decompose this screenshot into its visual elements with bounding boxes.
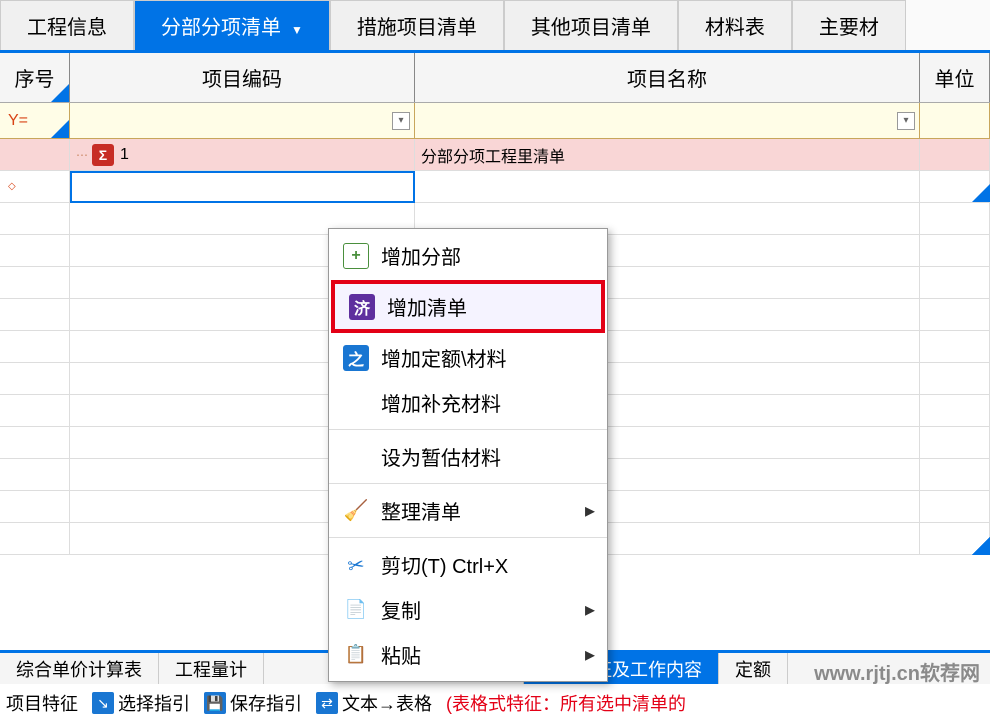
paste-icon: 📋 [343, 642, 369, 668]
tab-other-items[interactable]: 其他项目清单 [504, 0, 678, 50]
convert-icon: ⇄ [316, 692, 338, 714]
edit-cell[interactable] [70, 171, 415, 203]
copy-icon: 📄 [343, 597, 369, 623]
context-menu: + 增加分部 济 增加清单 之 增加定额\材料 增加补充材料 设为暂估材料 🧹 … [328, 228, 608, 682]
menu-add-list[interactable]: 济 增加清单 [331, 280, 605, 333]
btab-quota[interactable]: 定额 [719, 653, 788, 684]
row-name: 分部分项工程里清单 [415, 139, 920, 170]
filter-code[interactable]: ▾ [70, 103, 415, 138]
select-icon: ↘ [92, 692, 114, 714]
menu-organize[interactable]: 🧹 整理清单 ▸ [329, 488, 607, 533]
submenu-arrow-icon: ▸ [585, 597, 595, 622]
menu-paste[interactable]: 📋 粘贴 ▸ [329, 632, 607, 677]
sigma-icon: Σ [92, 144, 114, 166]
menu-add-quota[interactable]: 之 增加定额\材料 [329, 335, 607, 380]
blank-icon [343, 444, 369, 470]
col-header-unit[interactable]: 单位 [920, 53, 990, 102]
tab-main-material[interactable]: 主要材 [792, 0, 906, 50]
filter-row: Y= ▾ ▾ [0, 103, 990, 139]
menu-add-section[interactable]: + 增加分部 [329, 233, 607, 278]
col-header-name[interactable]: 项目名称 [415, 53, 920, 102]
table-row[interactable]: ◇ [0, 171, 990, 203]
filter-icon: Y= [0, 112, 28, 130]
scissors-icon: ✂ [341, 549, 371, 579]
tab-material[interactable]: 材料表 [678, 0, 792, 50]
tab-measure-items[interactable]: 措施项目清单 [330, 0, 504, 50]
menu-copy[interactable]: 📄 复制 ▸ [329, 587, 607, 632]
format-note: (表格式特征：所有选中清单的 [446, 690, 686, 716]
col-header-code[interactable]: 项目编码 [70, 53, 415, 102]
col-header-seq[interactable]: 序号 [0, 53, 70, 102]
menu-separator [329, 537, 607, 538]
submenu-arrow-icon: ▸ [585, 642, 595, 667]
main-tabs: 工程信息 分部分项清单 措施项目清单 其他项目清单 材料表 主要材 [0, 0, 990, 53]
dropdown-icon[interactable]: ▾ [392, 112, 410, 130]
save-guide-button[interactable]: 💾 保存指引 [204, 690, 302, 716]
filter-seq[interactable]: Y= [0, 103, 70, 138]
btab-calc[interactable]: 综合单价计算表 [0, 653, 159, 684]
dropdown-icon[interactable]: ▾ [897, 112, 915, 130]
menu-cut[interactable]: ✂ 剪切(T) Ctrl+X [329, 542, 607, 587]
broom-icon: 🧹 [343, 498, 369, 524]
menu-separator [329, 429, 607, 430]
feature-label: 项目特征 [6, 690, 78, 716]
menu-add-supplement[interactable]: 增加补充材料 [329, 380, 607, 425]
list-icon: 济 [349, 294, 375, 320]
watermark: www.rjtj.cn软荐网 [814, 657, 980, 686]
filter-name[interactable]: ▾ [415, 103, 920, 138]
quota-icon: 之 [343, 345, 369, 371]
text-to-table-button[interactable]: ⇄ 文本→表格 [316, 690, 432, 716]
save-icon: 💾 [204, 692, 226, 714]
blank-icon [343, 390, 369, 416]
menu-separator [329, 483, 607, 484]
feature-toolbar: 项目特征 ↘ 选择指引 💾 保存指引 ⇄ 文本→表格 (表格式特征：所有选中清单… [0, 684, 990, 722]
table-row[interactable]: ⋯ Σ 1 分部分项工程里清单 [0, 139, 990, 171]
select-guide-button[interactable]: ↘ 选择指引 [92, 690, 190, 716]
plus-icon: + [343, 243, 369, 269]
btab-qty[interactable]: 工程量计 [159, 653, 264, 684]
filter-unit[interactable] [920, 103, 990, 138]
tree-collapse-icon[interactable]: ⋯ [76, 148, 88, 162]
tab-sub-items[interactable]: 分部分项清单 [134, 0, 330, 50]
submenu-arrow-icon: ▸ [585, 498, 595, 523]
row-marker-icon: ◇ [8, 181, 16, 192]
menu-set-temp[interactable]: 设为暂估材料 [329, 434, 607, 479]
tab-project-info[interactable]: 工程信息 [0, 0, 134, 50]
row-seq: 1 [120, 146, 129, 164]
grid-header: 序号 项目编码 项目名称 单位 [0, 53, 990, 103]
